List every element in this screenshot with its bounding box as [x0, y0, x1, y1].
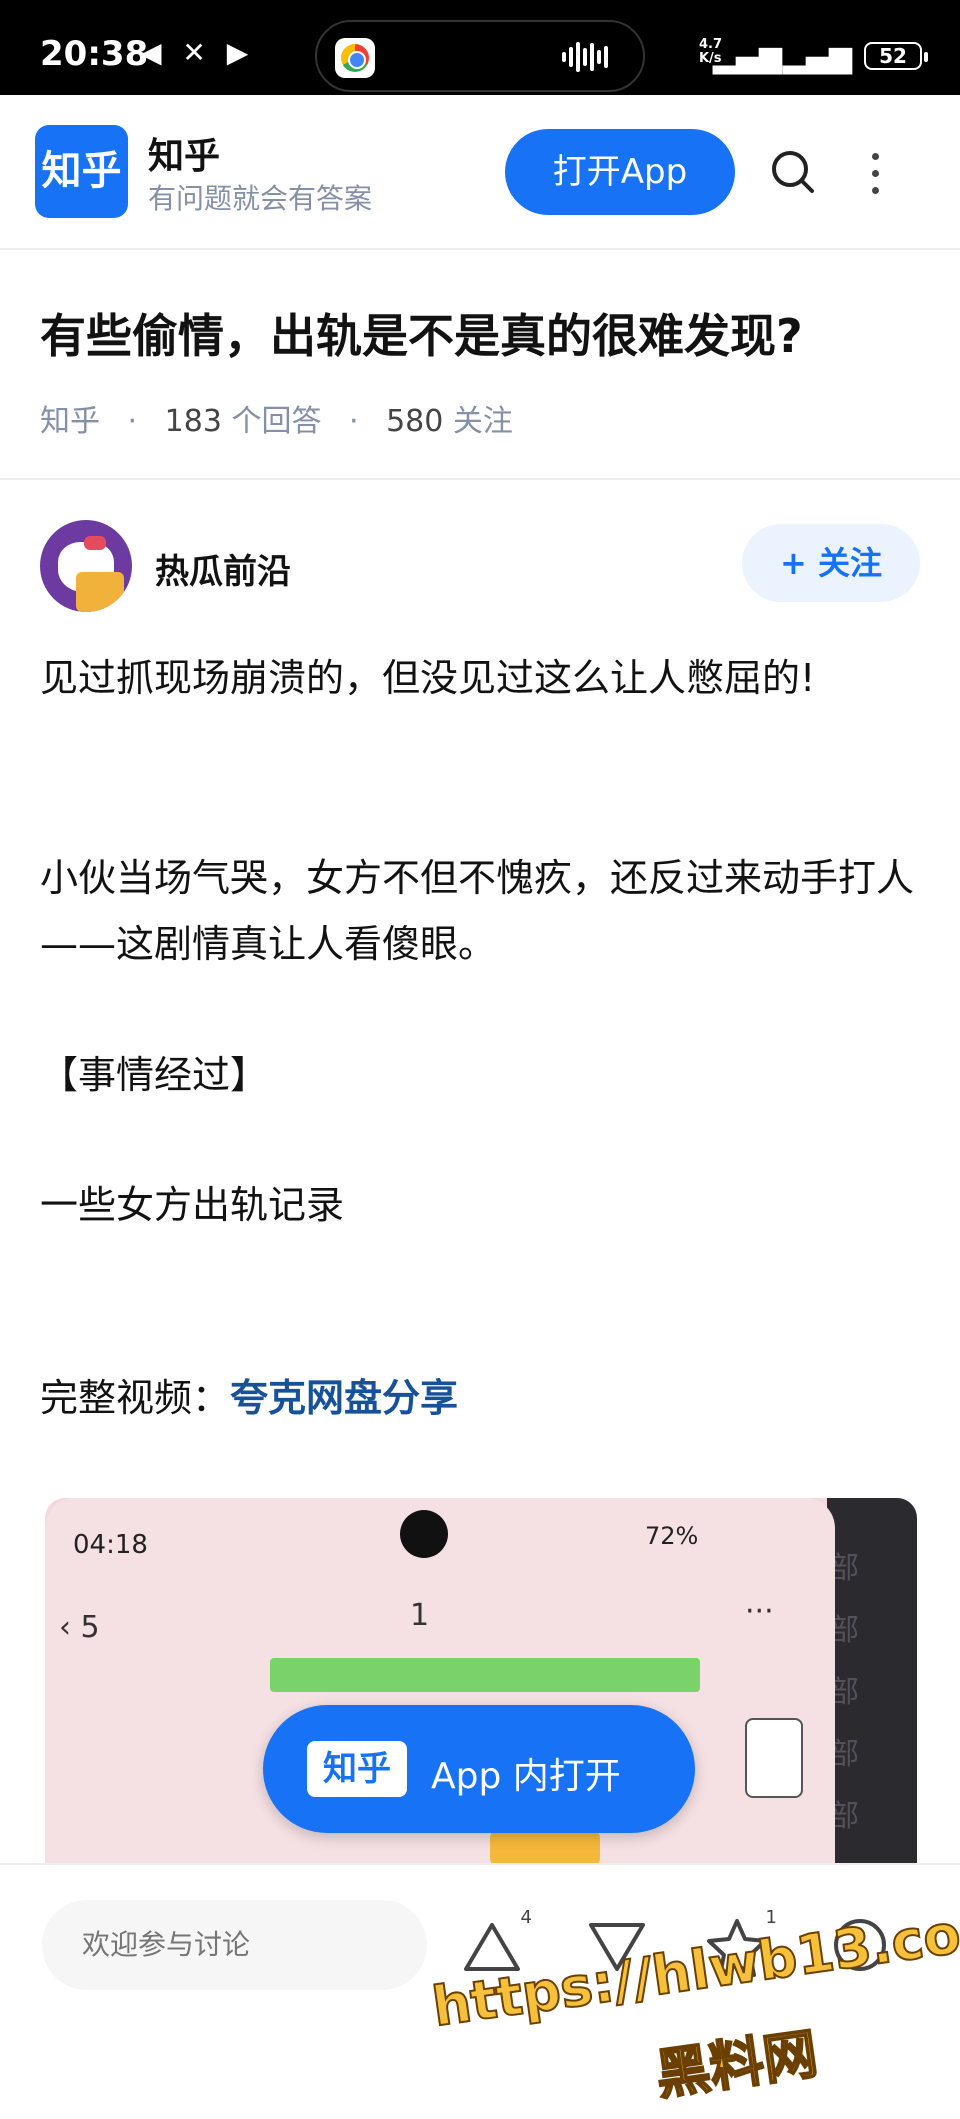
author-row: 热瓜前沿 + 关注 [40, 520, 920, 612]
answer-paragraph: 一些女方出轨记录 [40, 1183, 345, 1227]
sticker-image [745, 1718, 803, 1798]
battery-icon: 52 [864, 42, 928, 70]
follow-count: 580 [386, 404, 444, 439]
app-name: 知乎 [148, 136, 221, 177]
dynamic-island [315, 20, 645, 92]
status-bar: 20:38 ◀ ✕ ▶ 4.7 K/s ▂▄▆ ▂▄▆ 52 [0, 0, 960, 95]
status-time: 20:38 [40, 34, 149, 74]
signal-5g-icon: ▂▄▆ [712, 40, 782, 75]
embed-time: 04:18 [73, 1530, 148, 1560]
open-in-app-label: App 内打开 [431, 1756, 621, 1797]
audio-wave-icon [562, 42, 622, 74]
open-in-app-button[interactable]: 知乎 App 内打开 [263, 1705, 695, 1833]
notification-icons: ◀ ✕ ▶ [140, 36, 255, 69]
question-card[interactable]: 有些偷情，出轨是不是真的很难发现? 知乎 · 183 个回答 · 580 关注 [0, 250, 960, 480]
embed-back: ‹ 5 [59, 1610, 100, 1645]
zhihu-logo[interactable]: 知乎 [35, 125, 128, 218]
answer-count: 183 [164, 404, 222, 439]
embed-chat-title: 1 [410, 1598, 430, 1633]
signal-icon: ▂▄▆ [782, 40, 852, 75]
video-line: 完整视频：夸克网盘分享 [40, 1365, 920, 1431]
video-link[interactable]: 夸克网盘分享 [230, 1376, 458, 1420]
zhihu-logo: 知乎 [307, 1741, 407, 1797]
app-slogan: 有问题就会有答案 [148, 182, 373, 215]
sticker-image [490, 1828, 600, 1863]
more-menu-icon[interactable] [860, 147, 890, 197]
chrome-icon [335, 38, 375, 78]
answer-paragraph: 小伙当场气哭，女方不但不愧疚，还反过来动手打人——这剧情真让人看傻眼。 [40, 856, 915, 966]
embed-more-icon: ··· [745, 1594, 774, 1629]
follow-count-label: 关注 [452, 404, 513, 439]
answer-paragraph: 见过抓现场崩溃的，但没见过这么让人憋屈的! [40, 656, 816, 700]
upvote-count: 4 [520, 1907, 532, 1928]
answer-image[interactable]: 部部部部部 04:18 72% ‹ 5 1 ··· 知乎 App 内打开 [45, 1498, 917, 1863]
open-app-button[interactable]: 打开App [505, 129, 735, 215]
comment-input[interactable] [42, 1900, 427, 1990]
question-meta: 知乎 · 183 个回答 · 580 关注 [40, 404, 513, 439]
video-prefix: 完整视频： [40, 1376, 231, 1420]
chat-bubble [270, 1658, 700, 1692]
author-name[interactable]: 热瓜前沿 [155, 544, 291, 593]
search-icon[interactable] [768, 147, 818, 197]
app-header: 知乎 知乎 有问题就会有答案 打开App [0, 95, 960, 250]
answer-paragraph: 【事情经过】 [40, 1053, 269, 1097]
favorite-count: 1 [765, 1907, 777, 1928]
embed-battery: 72% [645, 1522, 699, 1550]
follow-button[interactable]: + 关注 [742, 524, 920, 602]
camera-notch [400, 1510, 448, 1558]
image-watermark: 部部部部部 [829, 1551, 859, 1834]
answer-count-label: 个回答 [231, 404, 322, 439]
question-source: 知乎 [40, 404, 100, 439]
question-title[interactable]: 有些偷情，出轨是不是真的很难发现? [40, 300, 803, 366]
avatar[interactable] [40, 520, 132, 612]
